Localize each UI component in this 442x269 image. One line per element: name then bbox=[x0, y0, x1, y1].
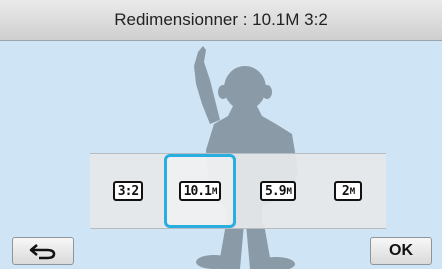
option-label: 10.1 bbox=[183, 183, 212, 199]
option-label: 5.9 bbox=[265, 183, 287, 199]
option-unit: M bbox=[211, 187, 218, 197]
aspect-3-2-icon: 3:2 bbox=[112, 181, 144, 201]
ok-button[interactable]: OK bbox=[370, 237, 432, 265]
resize-option-strip: 3:2 10.1 M 5.9 M 2M bbox=[90, 153, 386, 229]
camera-screen: Redimensionner : 10.1M 3:2 3:2 10.1 M 5.… bbox=[0, 0, 442, 269]
size-10-1m-icon: 10.1 M bbox=[178, 181, 222, 201]
option-label: 2 bbox=[341, 183, 350, 199]
back-button[interactable] bbox=[12, 237, 74, 265]
size-option-5-9m[interactable]: 5.9 M bbox=[242, 154, 314, 228]
option-unit: M bbox=[349, 187, 356, 197]
option-unit: M bbox=[286, 187, 293, 197]
title-bar: Redimensionner : 10.1M 3:2 bbox=[0, 0, 442, 41]
return-arrow-icon bbox=[29, 244, 56, 260]
ok-label: OK bbox=[389, 242, 413, 259]
screen-title: Redimensionner : 10.1M 3:2 bbox=[114, 10, 328, 29]
size-option-10-1m[interactable]: 10.1 M bbox=[164, 154, 236, 228]
size-option-2m[interactable]: 2M bbox=[312, 154, 384, 228]
option-label: 3:2 bbox=[117, 183, 140, 199]
size-5-9m-icon: 5.9 M bbox=[260, 181, 296, 201]
size-option-3-2[interactable]: 3:2 bbox=[92, 154, 164, 228]
size-2m-icon: 2M bbox=[334, 181, 362, 201]
